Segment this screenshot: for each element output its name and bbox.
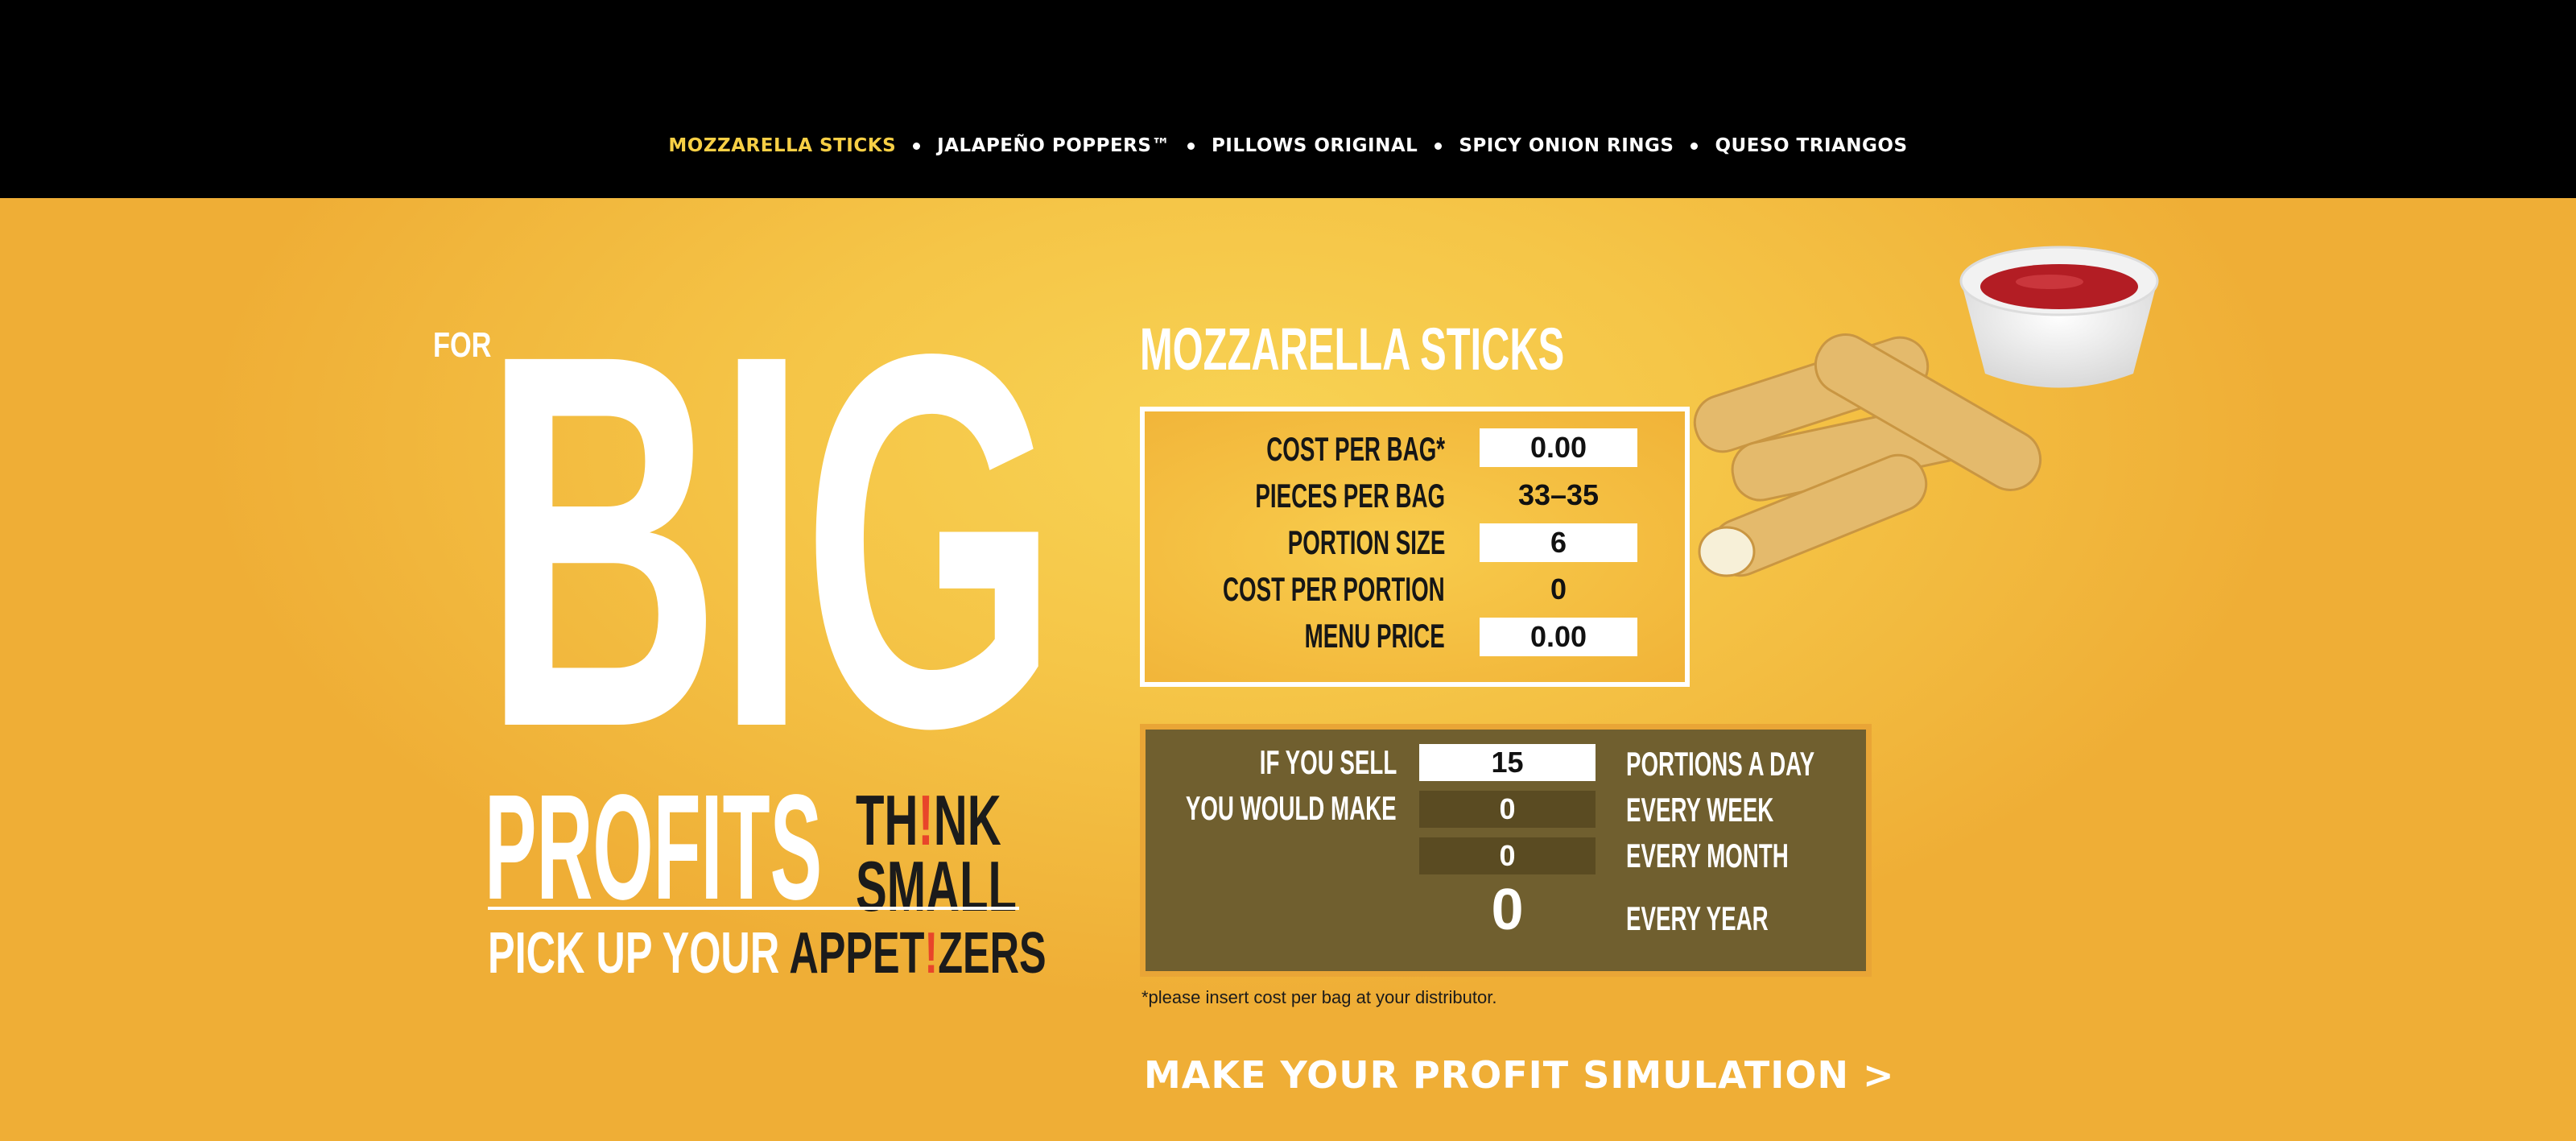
product-title: MOZZARELLA STICKS bbox=[1140, 316, 1565, 382]
think-small-logo: TH!NK SMALL bbox=[856, 785, 1017, 922]
appetizers-text-a: APPET bbox=[789, 921, 925, 986]
pieces-per-bag-label: PIECES PER BAG bbox=[1255, 477, 1445, 515]
headline-divider bbox=[488, 907, 1019, 910]
portions-a-day-label: PORTIONS A DAY bbox=[1626, 745, 1815, 783]
nav-separator-dot bbox=[913, 142, 921, 150]
headline-profits: PROFITS bbox=[485, 764, 823, 931]
menu-price-label: MENU PRICE bbox=[1304, 617, 1445, 655]
nav-item-spicy-onion-rings[interactable]: SPICY ONION RINGS bbox=[1459, 135, 1674, 156]
cost-per-bag-input[interactable] bbox=[1480, 428, 1637, 467]
portion-size-input[interactable] bbox=[1480, 523, 1637, 562]
nav-separator-dot bbox=[1690, 142, 1699, 150]
cost-per-bag-footnote: *please insert cost per bag at your dist… bbox=[1141, 987, 1497, 1007]
cost-per-portion-label: COST PER PORTION bbox=[1223, 570, 1445, 608]
nav-separator-dot bbox=[1435, 142, 1443, 150]
every-year-label: EVERY YEAR bbox=[1626, 899, 1769, 937]
nav-item-mozzarella-sticks[interactable]: MOZZARELLA STICKS bbox=[668, 135, 896, 156]
appetizers-text-b: ZERS bbox=[938, 921, 1046, 986]
portions-per-day-input[interactable] bbox=[1419, 744, 1596, 781]
mozzarella-sticks-image bbox=[1693, 333, 2042, 577]
pickup-text: PICK UP YOUR bbox=[488, 921, 780, 986]
nav-item-jalapeno-poppers[interactable]: JALAPEÑO POPPERS™ bbox=[937, 135, 1170, 156]
top-bar: MOZZARELLA STICKS JALAPEÑO POPPERS™ PILL… bbox=[0, 0, 2576, 198]
small-text: SMALL bbox=[856, 846, 1018, 926]
yearly-profit-value: 0 bbox=[1491, 878, 1524, 942]
menu-price-input[interactable] bbox=[1480, 618, 1637, 656]
product-nav: MOZZARELLA STICKS JALAPEÑO POPPERS™ PILL… bbox=[0, 131, 2576, 160]
headline-big: BIG bbox=[483, 244, 1059, 837]
monthly-profit-value: 0 bbox=[1419, 837, 1596, 874]
every-month-label: EVERY MONTH bbox=[1626, 837, 1789, 874]
appetizers-exclamation: ! bbox=[924, 921, 939, 986]
nav-item-pillows-original[interactable]: PILLOWS ORIGINAL bbox=[1212, 135, 1418, 156]
weekly-profit-value: 0 bbox=[1419, 791, 1596, 828]
pick-up-appetizers-tagline: PICK UP YOUR APPET!ZERS bbox=[488, 923, 1046, 984]
every-week-label: EVERY WEEK bbox=[1626, 791, 1774, 829]
nav-item-queso-triangos[interactable]: QUESO TRIANGOS bbox=[1715, 135, 1907, 156]
portion-size-label: PORTION SIZE bbox=[1287, 523, 1445, 561]
nav-separator-dot bbox=[1187, 142, 1195, 150]
pieces-per-bag-value: 33–35 bbox=[1517, 478, 1600, 511]
cost-per-portion-value: 0 bbox=[1550, 573, 1567, 606]
make-profit-simulation-link[interactable]: MAKE YOUR PROFIT SIMULATION > bbox=[1144, 1053, 1895, 1097]
cost-per-bag-label: COST PER BAG* bbox=[1266, 430, 1445, 468]
you-would-make-label: YOU WOULD MAKE bbox=[1186, 789, 1397, 827]
if-you-sell-label: IF YOU SELL bbox=[1259, 743, 1397, 781]
